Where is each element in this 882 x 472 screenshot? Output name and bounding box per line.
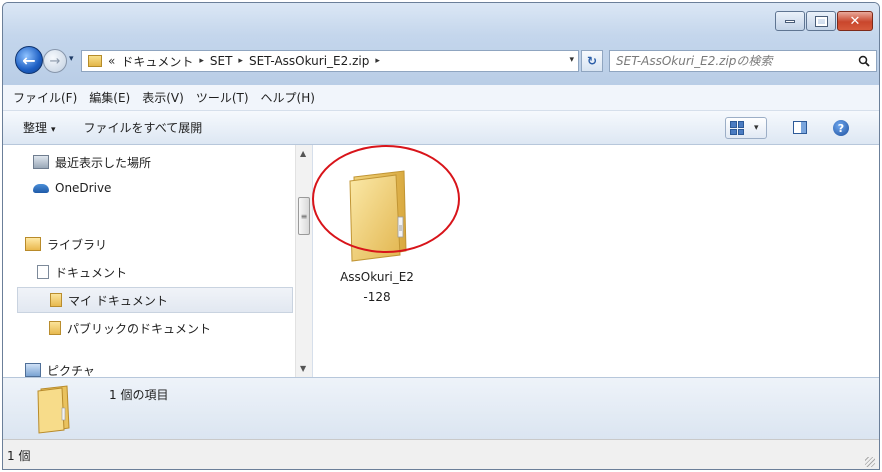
chevron-down-icon[interactable]: ▾	[754, 123, 759, 133]
library-icon	[25, 237, 41, 251]
breadcrumb-separator-icon[interactable]: ▸	[238, 56, 243, 66]
grip-icon: ≡	[300, 211, 308, 221]
file-list: AssOkuri_E2 -128	[312, 145, 879, 377]
arrow-left-icon: ←	[22, 50, 36, 70]
search-input[interactable]	[610, 54, 846, 68]
status-text: 1 個	[7, 449, 31, 463]
explorer-window: ✕ ← → ▾ « ドキュメント ▸ SET ▸ SET-AssOkuri_E2…	[2, 2, 880, 470]
scroll-up-icon[interactable]: ▲	[300, 149, 306, 158]
maximize-button[interactable]	[806, 11, 836, 31]
chevron-down-icon: ▾	[51, 125, 56, 135]
scroll-down-icon[interactable]: ▼	[300, 364, 306, 373]
file-name: AssOkuri_E2 -128	[322, 267, 432, 307]
nav-item-label: OneDrive	[55, 181, 112, 195]
navigation-pane: 最近表示した場所 OneDrive ライブラリ ドキュメント マイ ドキュメント…	[3, 145, 313, 377]
nav-item-label: ピクチャ	[47, 363, 95, 378]
nav-item-onedrive[interactable]: OneDrive	[33, 175, 293, 201]
menu-file[interactable]: ファイル(F)	[13, 89, 77, 106]
nav-item-my-documents[interactable]: マイ ドキュメント	[17, 287, 293, 313]
status-bar: 1 個	[3, 439, 879, 469]
help-icon[interactable]: ?	[833, 120, 849, 136]
menu-tools[interactable]: ツール(T)	[196, 89, 249, 106]
search-box[interactable]	[609, 50, 877, 72]
menu-bar: ファイル(F) 編集(E) 表示(V) ツール(T) ヘルプ(H)	[3, 85, 879, 111]
organize-button[interactable]: 整理 ▾	[23, 119, 56, 136]
nav-item-libraries[interactable]: ライブラリ	[25, 231, 293, 257]
folder-icon	[50, 293, 62, 307]
search-icon[interactable]	[858, 55, 870, 67]
navigation-row: ← → ▾ « ドキュメント ▸ SET ▸ SET-AssOkuri_E2.z…	[3, 43, 879, 77]
minimize-icon	[785, 19, 795, 23]
nav-item-recent-places[interactable]: 最近表示した場所	[33, 149, 293, 175]
folder-icon	[49, 321, 61, 335]
breadcrumb-documents[interactable]: ドキュメント	[121, 53, 193, 70]
close-icon: ✕	[849, 13, 861, 29]
organize-label: 整理	[23, 121, 48, 135]
document-icon	[37, 265, 49, 279]
nav-item-label: マイ ドキュメント	[68, 293, 168, 308]
nav-item-pictures[interactable]: ピクチャ	[25, 357, 293, 377]
caption-buttons: ✕	[775, 11, 873, 31]
address-folder-icon	[88, 55, 102, 67]
scrollbar-thumb[interactable]: ≡	[298, 197, 310, 235]
recent-places-icon	[33, 155, 49, 169]
extract-all-button[interactable]: ファイルをすべて展開	[84, 119, 203, 136]
nav-item-public-documents[interactable]: パブリックのドキュメント	[49, 315, 293, 341]
item-count-text: 1 個の項目	[109, 388, 169, 402]
file-name-line1: AssOkuri_E2	[340, 270, 414, 284]
breadcrumb-zip[interactable]: SET-AssOkuri_E2.zip	[249, 54, 369, 68]
close-button[interactable]: ✕	[837, 11, 873, 31]
menu-view[interactable]: 表示(V)	[142, 89, 184, 106]
pictures-icon	[25, 363, 41, 377]
maximize-icon	[814, 15, 828, 27]
resize-grip-icon[interactable]	[865, 457, 875, 467]
breadcrumb-set[interactable]: SET	[210, 54, 233, 68]
recent-pages-dropdown[interactable]: ▾	[69, 54, 74, 64]
details-pane: 1 個の項目	[3, 377, 879, 439]
preview-pane-icon[interactable]	[793, 121, 807, 134]
refresh-button[interactable]: ↻	[581, 50, 603, 72]
address-overflow-chevron[interactable]: «	[108, 54, 115, 68]
title-bar: ✕ ← → ▾ « ドキュメント ▸ SET ▸ SET-AssOkuri_E2…	[3, 3, 879, 85]
breadcrumb-separator-icon[interactable]: ▸	[199, 56, 204, 66]
nav-item-label: ライブラリ	[47, 237, 108, 252]
breadcrumb-separator-icon[interactable]: ▸	[375, 56, 380, 66]
onedrive-icon	[33, 183, 49, 193]
refresh-icon: ↻	[586, 54, 598, 68]
command-bar: 整理 ▾ ファイルをすべて展開 ▾ ?	[3, 111, 879, 145]
file-name-line2: -128	[363, 290, 391, 304]
view-grid-icon	[730, 121, 744, 135]
menu-edit[interactable]: 編集(E)	[89, 89, 130, 106]
address-dropdown-icon[interactable]: ▾	[569, 55, 574, 65]
minimize-button[interactable]	[775, 11, 805, 31]
arrow-right-icon: →	[49, 53, 61, 69]
back-button[interactable]: ←	[15, 46, 43, 74]
forward-button[interactable]: →	[43, 49, 67, 73]
highlight-circle	[312, 145, 460, 253]
nav-item-label: 最近表示した場所	[55, 155, 152, 170]
nav-item-label: ドキュメント	[55, 265, 128, 280]
address-bar[interactable]: « ドキュメント ▸ SET ▸ SET-AssOkuri_E2.zip ▸ ▾	[81, 50, 579, 72]
nav-item-label: パブリックのドキュメント	[67, 321, 212, 336]
nav-pane-scrollbar[interactable]: ▲ ≡ ▼	[295, 145, 312, 377]
menu-help[interactable]: ヘルプ(H)	[261, 89, 315, 106]
change-view-button[interactable]: ▾	[725, 117, 767, 139]
nav-item-documents[interactable]: ドキュメント	[37, 259, 293, 285]
folder-icon	[37, 385, 70, 434]
